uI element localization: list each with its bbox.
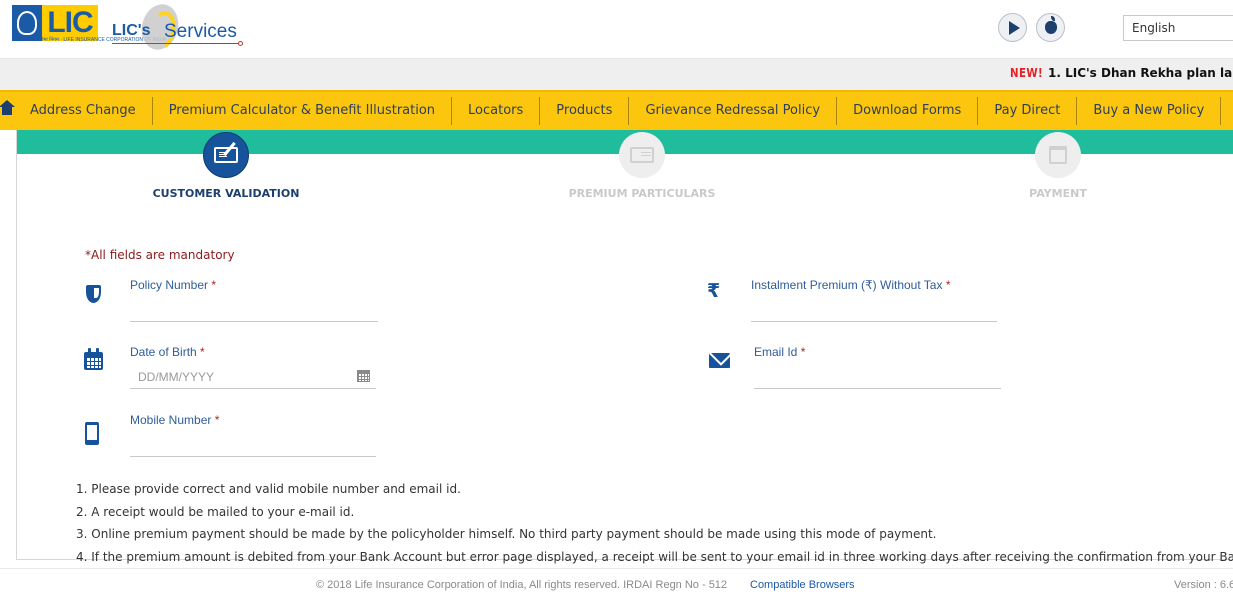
lic-logo-text: LIC: [42, 5, 98, 41]
step-customer-validation: CUSTOMER VALIDATION: [96, 132, 356, 200]
step-circle: [1035, 132, 1081, 178]
news-ticker: NEW! 1. LIC's Dhan Rekha plan launched: [0, 58, 1233, 90]
policy-number-input[interactable]: [130, 298, 378, 322]
atm-icon: [1049, 146, 1067, 164]
mobile-number-input[interactable]: [130, 433, 376, 457]
required-mark: *: [945, 278, 951, 292]
instalment-premium-input[interactable]: [751, 298, 997, 322]
step-payment: PAYMENT: [928, 132, 1188, 200]
required-mark: *: [211, 278, 217, 292]
instruction-item: 3. Online premium payment should be made…: [76, 527, 937, 541]
instruction-item: 4. If the premium amount is debited from…: [76, 549, 1233, 564]
new-badge: NEW!: [1010, 66, 1044, 80]
home-icon: [0, 100, 15, 117]
mobile-phone-icon: [85, 422, 99, 445]
email-icon: [709, 353, 730, 368]
mandatory-note: *All fields are mandatory: [85, 248, 235, 262]
play-store-button[interactable]: [998, 13, 1027, 42]
instruction-item: 1. Please provide correct and valid mobi…: [76, 482, 461, 496]
header: LIC भारतीय जीवन बीमा निगम · LIFE INSURAN…: [0, 0, 1233, 58]
main-nav: Address Change Premium Calculator & Bene…: [0, 90, 1233, 130]
shield-icon: [86, 285, 101, 303]
nav-item-financial-inclusion[interactable]: Financial Inclusion: [1221, 97, 1233, 125]
step-premium-particulars: PREMIUM PARTICULARS: [512, 132, 772, 200]
footer: © 2018 Life Insurance Corporation of Ind…: [0, 568, 1233, 597]
rupee-icon: ₹: [707, 280, 721, 302]
app-store-button[interactable]: [1036, 13, 1065, 42]
nav-item-premium-calculator[interactable]: Premium Calculator & Benefit Illustratio…: [153, 97, 453, 125]
required-mark: *: [800, 345, 806, 359]
step-label: CUSTOMER VALIDATION: [152, 187, 300, 200]
instruction-item: 2. A receipt would be mailed to your e-m…: [76, 504, 355, 519]
email-id-label: Email Id *: [754, 345, 806, 359]
nav-item-download-forms[interactable]: Download Forms: [837, 97, 979, 125]
copyright-text: © 2018 Life Insurance Corporation of Ind…: [316, 579, 728, 591]
version-text: Version : 6.6: [1174, 579, 1233, 591]
step-label: PAYMENT: [1029, 187, 1087, 200]
apple-icon: [1044, 16, 1057, 34]
mobile-number-label: Mobile Number *: [130, 413, 220, 427]
nav-item-grievance-redressal[interactable]: Grievance Redressal Policy: [629, 97, 838, 125]
nav-item-products[interactable]: Products: [540, 97, 630, 125]
email-id-input[interactable]: [754, 365, 1001, 389]
eservices-suffix: Services: [164, 21, 237, 42]
language-select[interactable]: English: [1123, 15, 1233, 41]
payment-form-card: CUSTOMER VALIDATION PREMIUM PARTICULARS …: [16, 130, 1233, 564]
eservices-underline: [112, 43, 240, 44]
instructions-list: 1. Please provide correct and valid mobi…: [76, 478, 1233, 568]
step-circle: [619, 132, 665, 178]
step-label: PREMIUM PARTICULARS: [568, 187, 716, 200]
eservices-prefix: LIC's: [112, 22, 151, 39]
ticker-message[interactable]: 1. LIC's Dhan Rekha plan launched: [1048, 66, 1233, 80]
lic-emblem-icon: [12, 5, 42, 41]
required-mark: *: [200, 345, 205, 359]
date-of-birth-label: Date of Birth *: [130, 345, 205, 359]
nav-item-buy-new-policy[interactable]: Buy a New Policy: [1077, 97, 1222, 125]
form-edit-icon: [214, 147, 238, 163]
nav-home[interactable]: [0, 92, 15, 130]
eservices-logo[interactable]: LIC's Services: [112, 0, 252, 54]
page: LIC भारतीय जीवन बीमा निगम · LIFE INSURAN…: [0, 0, 1233, 597]
eservices-dot: [238, 41, 243, 46]
date-of-birth-input[interactable]: [130, 365, 376, 389]
compatible-browsers-link[interactable]: Compatible Browsers: [750, 579, 855, 591]
step-circle: [203, 132, 249, 178]
required-mark: *: [214, 413, 220, 427]
play-store-icon: [1008, 20, 1020, 35]
instalment-premium-label: Instalment Premium (₹) Without Tax *: [751, 278, 951, 292]
premium-card-icon: [630, 147, 654, 163]
policy-number-label: Policy Number *: [130, 278, 217, 292]
nav-item-pay-direct[interactable]: Pay Direct: [978, 97, 1078, 125]
calendar-icon: [84, 348, 103, 370]
nav-item-address-change[interactable]: Address Change: [14, 97, 153, 125]
date-picker-icon[interactable]: [357, 370, 370, 382]
nav-item-locators[interactable]: Locators: [452, 97, 541, 125]
